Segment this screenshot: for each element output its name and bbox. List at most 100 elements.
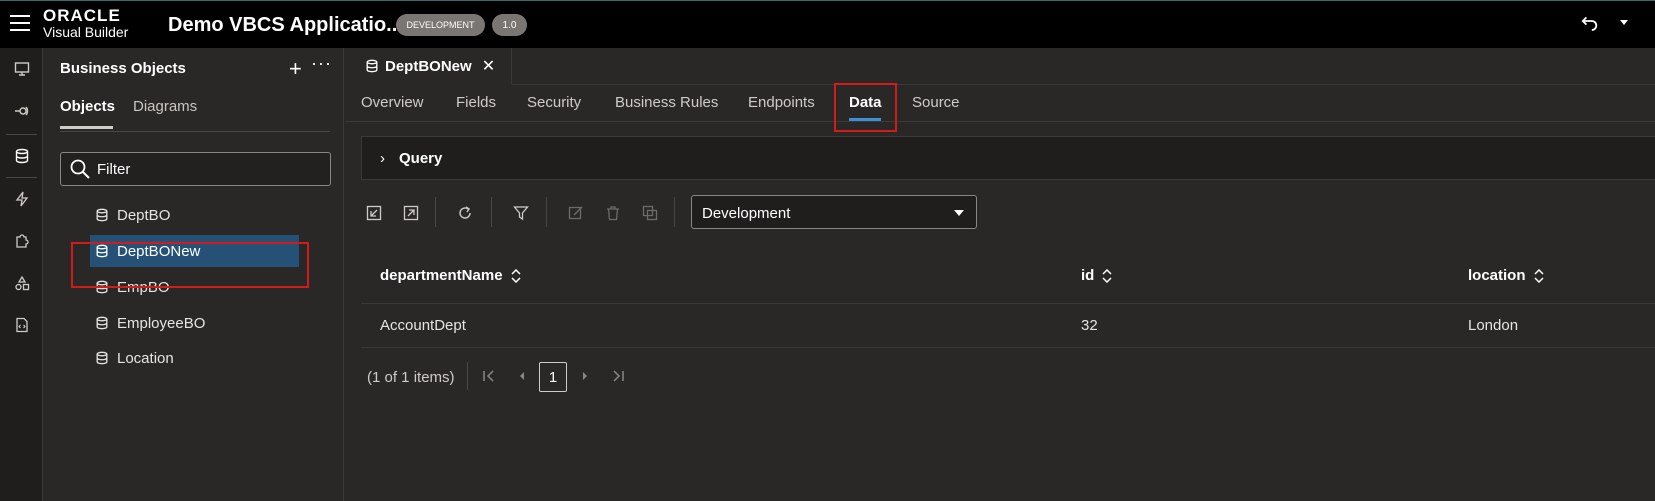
tab-security[interactable]: Security (527, 94, 581, 111)
first-page-icon[interactable] (481, 368, 497, 384)
rail-services[interactable] (0, 90, 43, 132)
tab-business-rules[interactable]: Business Rules (615, 94, 718, 111)
logo-product-text: Visual Builder (43, 24, 129, 40)
sort-icon (1102, 268, 1112, 283)
rail-source[interactable] (0, 304, 43, 346)
rail-web-apps[interactable] (0, 48, 43, 90)
tab-source[interactable]: Source (912, 94, 960, 111)
object-subtabs: Overview Fields Security Business Rules … (345, 85, 1655, 122)
logo-oracle-text: ORACLE (43, 6, 121, 25)
column-header-id[interactable]: id (1081, 267, 1112, 284)
lightning-icon (15, 191, 28, 207)
column-header-departmentname[interactable]: departmentName (380, 267, 521, 284)
list-item-location[interactable]: Location (90, 342, 299, 374)
column-header-label: departmentName (380, 267, 503, 284)
puzzle-icon (15, 234, 29, 248)
list-item-label: DeptBO (117, 206, 171, 224)
list-item-label: DeptBONew (117, 242, 201, 260)
app-title[interactable]: Demo VBCS Applicatio... (168, 14, 403, 37)
list-item-deptbonew[interactable]: DeptBONew (90, 235, 299, 267)
refresh-button[interactable] (452, 200, 478, 226)
filter-button[interactable] (508, 200, 534, 226)
last-page-icon[interactable] (610, 368, 626, 384)
data-toolbar: Development (361, 195, 1061, 231)
toolbar-divider (674, 197, 675, 227)
pagination-summary: (1 of 1 items) (367, 369, 455, 386)
query-section[interactable]: › Query (361, 136, 1655, 180)
database-icon (96, 244, 108, 258)
sort-icon (511, 268, 521, 283)
query-label: Query (399, 149, 443, 167)
environment-select-value: Development (702, 205, 791, 222)
import-button[interactable] (361, 200, 387, 226)
add-icon[interactable]: + (289, 56, 302, 82)
pagination: (1 of 1 items) 1 (367, 360, 667, 392)
delete-button[interactable] (600, 200, 626, 226)
sort-icon (1533, 268, 1544, 283)
chevron-right-icon[interactable]: › (380, 150, 385, 167)
export-icon (403, 205, 419, 221)
column-header-label: location (1468, 267, 1526, 284)
oracle-logo: ORACLE Visual Builder (43, 7, 128, 39)
table-cell[interactable]: AccountDept (380, 317, 466, 334)
pagination-divider (467, 362, 468, 390)
refresh-icon (459, 206, 471, 219)
rail-business-objects[interactable] (0, 135, 43, 177)
import-icon (366, 205, 382, 221)
edit-icon (568, 206, 583, 220)
panel-title: Business Objects (60, 60, 186, 77)
rail-components[interactable] (0, 220, 43, 262)
tab-diagrams[interactable]: Diagrams (133, 98, 197, 115)
list-item-label: EmpBO (117, 278, 170, 296)
service-icon (14, 106, 28, 116)
close-icon[interactable]: ✕ (482, 56, 495, 76)
table-cell[interactable]: London (1468, 317, 1518, 334)
list-item-label: EmployeeBO (117, 314, 206, 332)
version-badge: 1.0 (492, 14, 527, 36)
rail-layouts[interactable] (0, 262, 43, 304)
editor-area: DeptBONew ✕ Overview Fields Security Bus… (345, 48, 1655, 501)
rail-events[interactable] (0, 178, 43, 220)
filter-placeholder: Filter (97, 161, 131, 178)
environment-select[interactable]: Development (691, 195, 977, 229)
filter-input[interactable]: Filter (60, 152, 331, 186)
edit-button[interactable] (563, 200, 589, 226)
database-icon (96, 351, 108, 365)
database-icon (96, 280, 108, 294)
more-options-icon[interactable]: ··· (311, 53, 332, 74)
file-tab-deptbonew[interactable]: DeptBONew ✕ (345, 48, 512, 85)
navigator-rail (0, 48, 43, 501)
database-icon (366, 59, 378, 73)
monitor-icon (14, 62, 29, 76)
list-item-empbo[interactable]: EmpBO (90, 271, 299, 303)
chevron-down-icon[interactable] (1620, 20, 1628, 25)
duplicate-button[interactable] (637, 200, 663, 226)
table-header-row: departmentName id location (361, 248, 1655, 304)
tab-objects[interactable]: Objects (60, 98, 115, 129)
database-icon (96, 316, 108, 330)
table-row[interactable]: AccountDept 32 London (361, 304, 1655, 348)
source-icon (15, 317, 28, 333)
undo-icon[interactable] (1580, 14, 1600, 34)
tab-data[interactable]: Data (849, 94, 882, 121)
toolbar-divider (435, 197, 436, 227)
hamburger-menu-icon[interactable] (10, 15, 30, 33)
previous-page-icon[interactable] (514, 368, 530, 384)
trash-icon (607, 206, 619, 221)
column-header-location[interactable]: location (1468, 267, 1544, 284)
list-item-label: Location (117, 349, 174, 367)
tab-endpoints[interactable]: Endpoints (748, 94, 815, 111)
database-icon (15, 148, 28, 164)
panel-tabs: Objects Diagrams (60, 94, 330, 132)
tab-fields[interactable]: Fields (456, 94, 496, 111)
list-item-employeebo[interactable]: EmployeeBO (90, 307, 299, 339)
list-item-deptbo[interactable]: DeptBO (90, 199, 299, 231)
top-bar: ORACLE Visual Builder Demo VBCS Applicat… (0, 0, 1655, 48)
page-number-button[interactable]: 1 (539, 362, 567, 392)
environment-badge: DEVELOPMENT (396, 14, 485, 36)
export-button[interactable] (398, 200, 424, 226)
next-page-icon[interactable] (577, 368, 593, 384)
table-cell[interactable]: 32 (1081, 317, 1098, 334)
search-icon (70, 159, 90, 179)
tab-overview[interactable]: Overview (361, 94, 424, 111)
